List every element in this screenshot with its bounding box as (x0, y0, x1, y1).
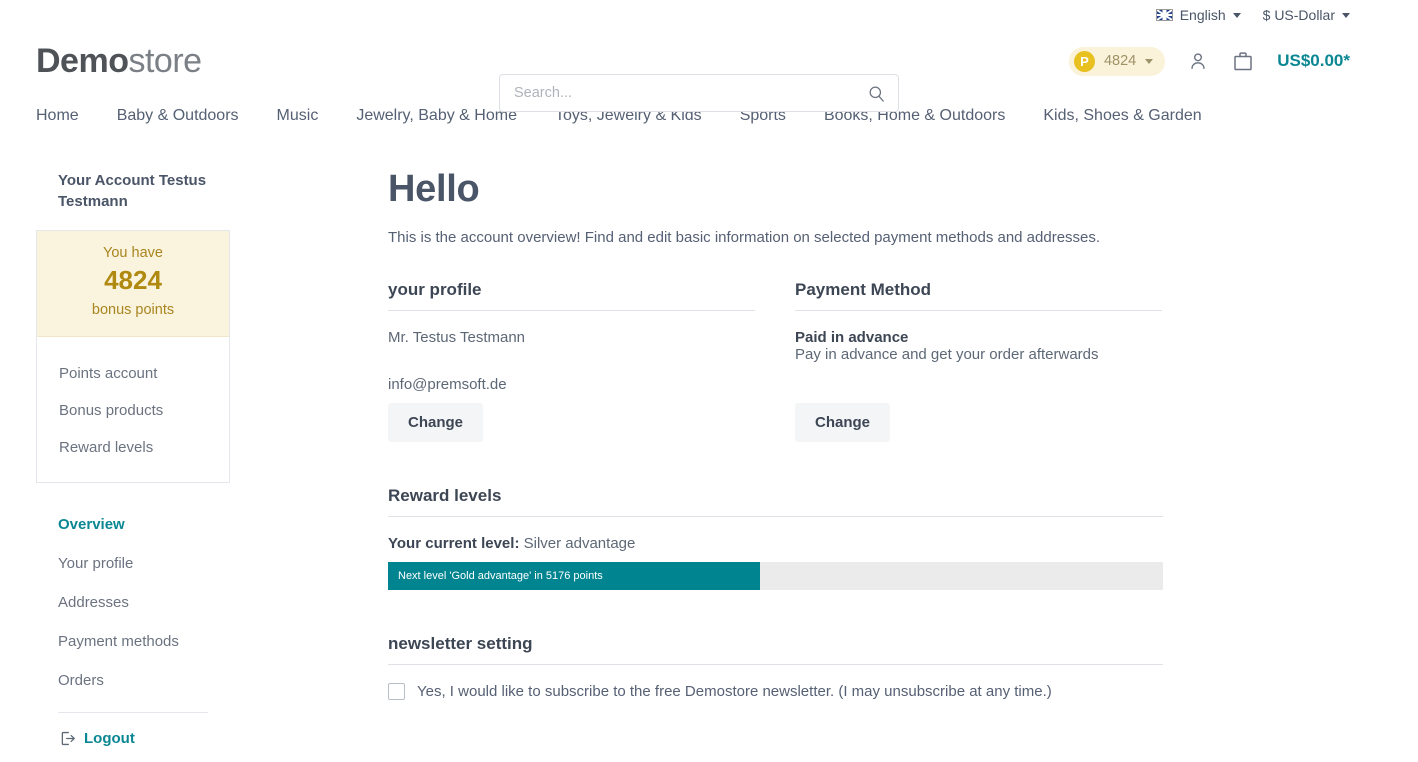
site-header: Demostore P 4824 (0, 30, 1418, 112)
nav-item-home[interactable]: Home (36, 107, 79, 125)
profile-email: info@premsoft.de (388, 376, 507, 393)
uk-flag-icon (1155, 9, 1173, 21)
points-badge[interactable]: P 4824 (1068, 46, 1166, 76)
page-title: Hello (388, 168, 480, 210)
nav-item-music[interactable]: Music (277, 107, 319, 125)
bonus-have-label: You have (103, 245, 163, 261)
logout-label: Logout (84, 730, 135, 747)
language-label: English (1179, 7, 1226, 23)
shopping-bag-icon (1234, 52, 1252, 71)
reward-section-title: Reward levels (388, 486, 502, 505)
bonus-links-list: Points account Bonus products Reward lev… (37, 337, 229, 482)
user-icon (1191, 53, 1205, 70)
payment-method-name: Paid in advance (795, 329, 909, 346)
chevron-down-icon (1145, 58, 1154, 64)
profile-section-title: your profile (388, 280, 482, 299)
sidebar-item-points-account[interactable]: Points account (37, 355, 229, 392)
profile-divider (388, 310, 755, 311)
nav-item-kids-shoes-garden[interactable]: Kids, Shoes & Garden (1043, 107, 1201, 125)
current-level-value: Silver advantage (523, 535, 636, 552)
current-level-prefix: Your current level (388, 535, 515, 552)
current-level-row: Your current level: Silver advantage (388, 535, 1163, 552)
newsletter-divider (388, 664, 1163, 665)
payment-method-panel: Payment Method Paid in advance Pay in ad… (795, 280, 1162, 442)
payment-section-title: Payment Method (795, 280, 932, 299)
page-root: English $ US-Dollar Demostore P 4824 (0, 0, 1418, 762)
bonus-points-box: You have 4824 bonus points (37, 231, 229, 337)
bonus-points-label: bonus points (91, 302, 175, 318)
payment-change-button[interactable]: Change (795, 403, 891, 442)
newsletter-checkbox[interactable] (388, 683, 405, 700)
reward-progress-bar: Next level 'Gold advantage' in 5176 poin… (388, 562, 1163, 590)
sidebar-item-bonus-products[interactable]: Bonus products (37, 392, 229, 429)
profile-change-button[interactable]: Change (388, 403, 484, 442)
newsletter-panel: newsletter setting Yes, I would like to … (388, 634, 1163, 700)
logout-button[interactable]: Logout (36, 713, 230, 748)
account-overview-main: Hello This is the account overview! Find… (230, 140, 1356, 748)
reward-divider (388, 516, 1163, 517)
header-actions: P 4824 US$0.00* (1068, 30, 1350, 92)
sidebar-item-payment-methods[interactable]: Payment methods (36, 622, 230, 661)
nav-item-jewelry-baby-home[interactable]: Jewelry, Baby & Home (356, 107, 517, 125)
logo-bold-text: Demo (36, 41, 129, 80)
sidebar-item-addresses[interactable]: Addresses (36, 583, 230, 622)
account-owner-title: Your Account Testus Testmann (58, 172, 207, 210)
cart-button[interactable] (1231, 49, 1255, 73)
chevron-down-icon (1342, 12, 1350, 18)
site-logo[interactable]: Demostore (36, 42, 202, 81)
page-lead-text: This is the account overview! Find and e… (388, 229, 1101, 246)
logo-light-text: store (128, 41, 202, 80)
newsletter-row: Yes, I would like to subscribe to the fr… (388, 683, 1163, 700)
account-sidebar: Your Account Testus Testmann You have 48… (36, 140, 230, 748)
points-badge-value: 4824 (1103, 53, 1137, 69)
search-button[interactable] (857, 74, 895, 112)
language-selector[interactable]: English (1155, 7, 1241, 23)
newsletter-checkbox-label: Yes, I would like to subscribe to the fr… (417, 683, 1052, 700)
sidebar-item-reward-levels[interactable]: Reward levels (37, 429, 229, 466)
content-area: Your Account Testus Testmann You have 48… (0, 140, 1418, 748)
account-navigation: Overview Your profile Addresses Payment … (36, 483, 230, 748)
logout-icon (61, 731, 75, 746)
sidebar-item-your-profile[interactable]: Your profile (36, 544, 230, 583)
bonus-card: You have 4824 bonus points Points accoun… (36, 230, 230, 483)
top-utility-bar: English $ US-Dollar (0, 0, 1418, 30)
sidebar-item-orders[interactable]: Orders (36, 661, 230, 700)
cart-total[interactable]: US$0.00* (1277, 51, 1350, 71)
current-level-separator: : (514, 535, 524, 552)
points-letter-icon: P (1073, 50, 1095, 72)
profile-spacer (388, 346, 755, 376)
overview-columns: your profile Mr. Testus Testmann info@pr… (388, 280, 1356, 442)
profile-spacer-2 (388, 393, 755, 403)
profile-panel: your profile Mr. Testus Testmann info@pr… (388, 280, 755, 442)
newsletter-section-title: newsletter setting (388, 634, 533, 653)
search-input[interactable] (499, 74, 899, 112)
payment-divider (795, 310, 1162, 311)
reward-levels-panel: Reward levels Your current level: Silver… (388, 486, 1163, 590)
nav-item-baby-outdoors[interactable]: Baby & Outdoors (117, 107, 239, 125)
account-button[interactable] (1187, 50, 1209, 72)
bonus-points-value: 4824 (104, 265, 162, 295)
sidebar-item-overview[interactable]: Overview (36, 505, 230, 544)
reward-progress-fill: Next level 'Gold advantage' in 5176 poin… (388, 562, 760, 590)
payment-spacer-2 (795, 393, 1162, 403)
search-container (499, 74, 899, 112)
currency-selector[interactable]: $ US-Dollar (1263, 7, 1350, 23)
profile-name: Mr. Testus Testmann (388, 329, 526, 346)
payment-spacer (795, 363, 1162, 393)
chevron-down-icon (1232, 12, 1241, 18)
reward-progress-text: Next level 'Gold advantage' in 5176 poin… (398, 570, 603, 582)
payment-method-description: Pay in advance and get your order afterw… (795, 346, 1099, 363)
currency-label: $ US-Dollar (1262, 7, 1335, 23)
search-icon (869, 86, 884, 102)
